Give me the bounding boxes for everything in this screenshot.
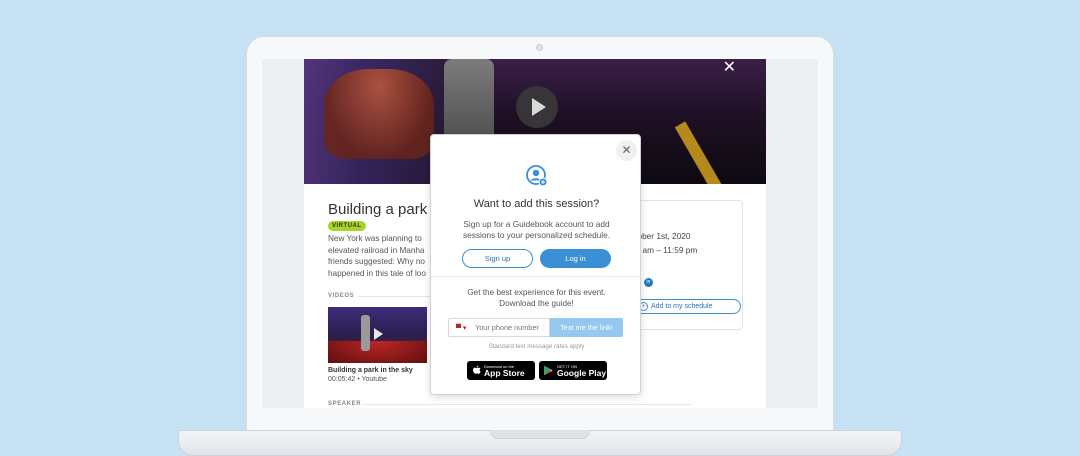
video-thumbnail[interactable]: [328, 307, 427, 363]
modal-subtitle: Sign up for a Guidebook account to add s…: [462, 219, 611, 240]
speaker-figure: [444, 59, 494, 144]
linkedin-icon[interactable]: in: [644, 278, 653, 287]
description-line: elevated railroad in Manha: [328, 245, 425, 255]
video-meta: 00:05:42 • Youtube: [328, 376, 387, 383]
google-play-icon: [544, 365, 553, 376]
add-session-modal: ✕ Want to add this session? Sign up for …: [430, 134, 642, 395]
hero-drape: [324, 69, 434, 159]
close-icon[interactable]: ✕: [616, 140, 637, 161]
us-flag-icon[interactable]: ▀ ▾: [456, 324, 466, 332]
divider: [362, 404, 692, 405]
log-in-button[interactable]: Log in: [540, 249, 611, 268]
laptop-camera: [536, 44, 543, 51]
close-icon[interactable]: ✕: [723, 59, 736, 77]
app-store-label: App Store: [484, 368, 525, 378]
phone-field[interactable]: ▀ ▾: [448, 318, 550, 337]
session-title: Building a park i: [328, 201, 435, 218]
stage-line: [674, 121, 726, 184]
add-to-schedule-button[interactable]: + Add to my schedule: [631, 299, 741, 314]
description-line: friends suggested: Why no: [328, 257, 425, 267]
virtual-badge: VIRTUAL: [328, 221, 366, 231]
play-icon[interactable]: [516, 86, 558, 128]
google-play-button[interactable]: GET IT ON Google Play: [539, 361, 607, 380]
thumb-floor: [328, 341, 427, 363]
text-me-link-button[interactable]: Text me the link!: [550, 318, 623, 337]
add-to-schedule-label: Add to my schedule: [651, 303, 713, 310]
thumb-person: [361, 315, 370, 351]
user-add-icon: [526, 165, 548, 187]
app-store-button[interactable]: Download on the App Store: [467, 361, 535, 380]
play-icon[interactable]: [374, 328, 383, 340]
download-prompt: Get the best experience for this event. …: [467, 288, 606, 308]
video-title[interactable]: Building a park in the sky: [328, 367, 413, 374]
description-line: happened in this tale of loo: [328, 268, 426, 278]
description-line: New York was planning to: [328, 234, 422, 243]
speaker-label: SPEAKER: [328, 401, 362, 407]
apple-icon: [473, 365, 481, 374]
divider: [431, 276, 642, 277]
google-play-label: Google Play: [557, 368, 607, 378]
laptop-notch: [490, 430, 590, 439]
session-description: New York was planning to elevated railro…: [328, 233, 428, 279]
modal-title: Want to add this session?: [473, 198, 600, 210]
rates-note: Standard text message rates apply: [488, 343, 585, 350]
videos-label: VIDEOS: [328, 293, 355, 299]
sign-up-button[interactable]: Sign up: [462, 249, 533, 268]
phone-input[interactable]: [475, 321, 549, 334]
